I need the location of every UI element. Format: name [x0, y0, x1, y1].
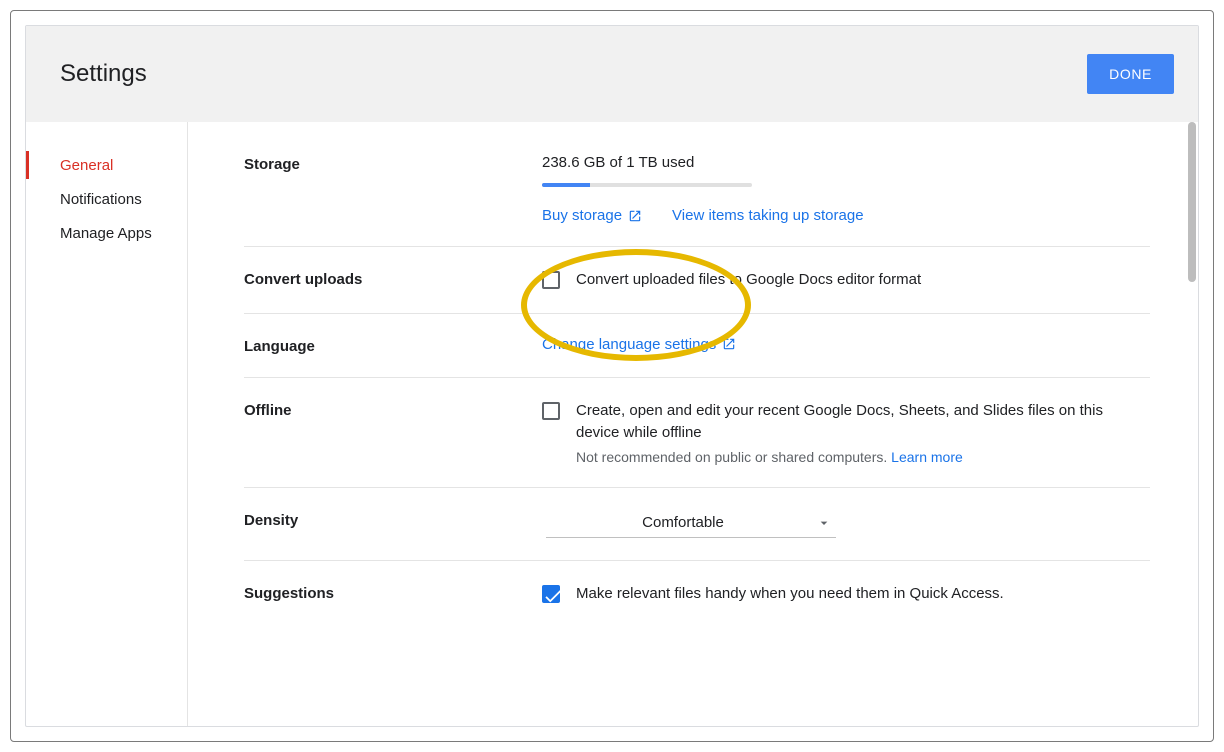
storage-progress-bar [542, 183, 752, 187]
dialog-body: General Notifications Manage Apps Storag… [26, 122, 1198, 726]
convert-uploads-row: Convert uploaded files to Google Docs ed… [542, 269, 1150, 291]
section-label-convert: Convert uploads [244, 269, 542, 291]
external-link-icon [722, 337, 736, 351]
dialog-header: Settings DONE [26, 26, 1198, 122]
section-convert-uploads: Convert uploads Convert uploaded files t… [244, 247, 1150, 314]
density-value: Comfortable [550, 514, 816, 531]
section-label-language: Language [244, 336, 542, 355]
section-body-convert: Convert uploaded files to Google Docs ed… [542, 269, 1150, 291]
storage-usage-text: 238.6 GB of 1 TB used [542, 154, 1150, 171]
section-offline: Offline Create, open and edit your recen… [244, 378, 1150, 489]
suggestions-row: Make relevant files handy when you need … [542, 583, 1150, 605]
check-icon [542, 585, 564, 607]
section-label-offline: Offline [244, 400, 542, 466]
section-suggestions: Suggestions Make relevant files handy wh… [244, 561, 1150, 627]
change-language-link[interactable]: Change language settings [542, 336, 736, 353]
storage-progress-fill [542, 183, 590, 187]
section-body-storage: 238.6 GB of 1 TB used Buy storage View i… [542, 154, 1150, 224]
buy-storage-label: Buy storage [542, 207, 622, 224]
dialog-title: Settings [60, 60, 147, 88]
settings-dialog: Settings DONE General Notifications Mana… [25, 25, 1199, 727]
settings-dialog-frame: Settings DONE General Notifications Mana… [10, 10, 1214, 742]
section-body-language: Change language settings [542, 336, 1150, 355]
sidebar: General Notifications Manage Apps [26, 122, 188, 726]
offline-row: Create, open and edit your recent Google… [542, 400, 1150, 466]
storage-links: Buy storage View items taking up storage [542, 207, 1150, 224]
scrollbar-thumb[interactable] [1188, 122, 1196, 282]
sidebar-item-notifications[interactable]: Notifications [26, 182, 187, 216]
settings-content: Storage 238.6 GB of 1 TB used Buy storag… [188, 122, 1198, 726]
section-density: Density Comfortable [244, 488, 1150, 561]
convert-uploads-checkbox[interactable] [542, 271, 560, 289]
offline-subtext-row: Not recommended on public or shared comp… [576, 449, 1150, 465]
view-storage-items-label: View items taking up storage [672, 207, 864, 224]
section-label-storage: Storage [244, 154, 542, 224]
suggestions-checkbox[interactable] [542, 585, 560, 603]
buy-storage-link[interactable]: Buy storage [542, 207, 642, 224]
section-body-suggestions: Make relevant files handy when you need … [542, 583, 1150, 605]
section-body-offline: Create, open and edit your recent Google… [542, 400, 1150, 466]
section-label-suggestions: Suggestions [244, 583, 542, 605]
density-select[interactable]: Comfortable [546, 510, 836, 538]
sidebar-item-general[interactable]: General [26, 148, 187, 182]
section-storage: Storage 238.6 GB of 1 TB used Buy storag… [244, 146, 1150, 247]
scrollbar[interactable] [1187, 122, 1197, 726]
chevron-down-icon [816, 515, 832, 531]
done-button[interactable]: DONE [1087, 54, 1174, 94]
external-link-icon [628, 209, 642, 223]
section-language: Language Change language settings [244, 314, 1150, 378]
suggestions-label: Make relevant files handy when you need … [576, 583, 1004, 605]
section-body-density: Comfortable [542, 510, 1150, 538]
sidebar-item-label: Notifications [60, 191, 142, 208]
sidebar-item-label: Manage Apps [60, 225, 152, 242]
offline-checkbox[interactable] [542, 402, 560, 420]
offline-text-block: Create, open and edit your recent Google… [576, 400, 1150, 466]
offline-label: Create, open and edit your recent Google… [576, 400, 1150, 444]
convert-uploads-label: Convert uploaded files to Google Docs ed… [576, 269, 921, 291]
view-storage-items-link[interactable]: View items taking up storage [672, 207, 864, 224]
offline-learn-more-link[interactable]: Learn more [891, 449, 963, 465]
change-language-label: Change language settings [542, 336, 716, 353]
section-label-density: Density [244, 510, 542, 538]
offline-subtext: Not recommended on public or shared comp… [576, 449, 887, 465]
sidebar-item-manage-apps[interactable]: Manage Apps [26, 216, 187, 250]
sidebar-item-label: General [60, 157, 113, 174]
